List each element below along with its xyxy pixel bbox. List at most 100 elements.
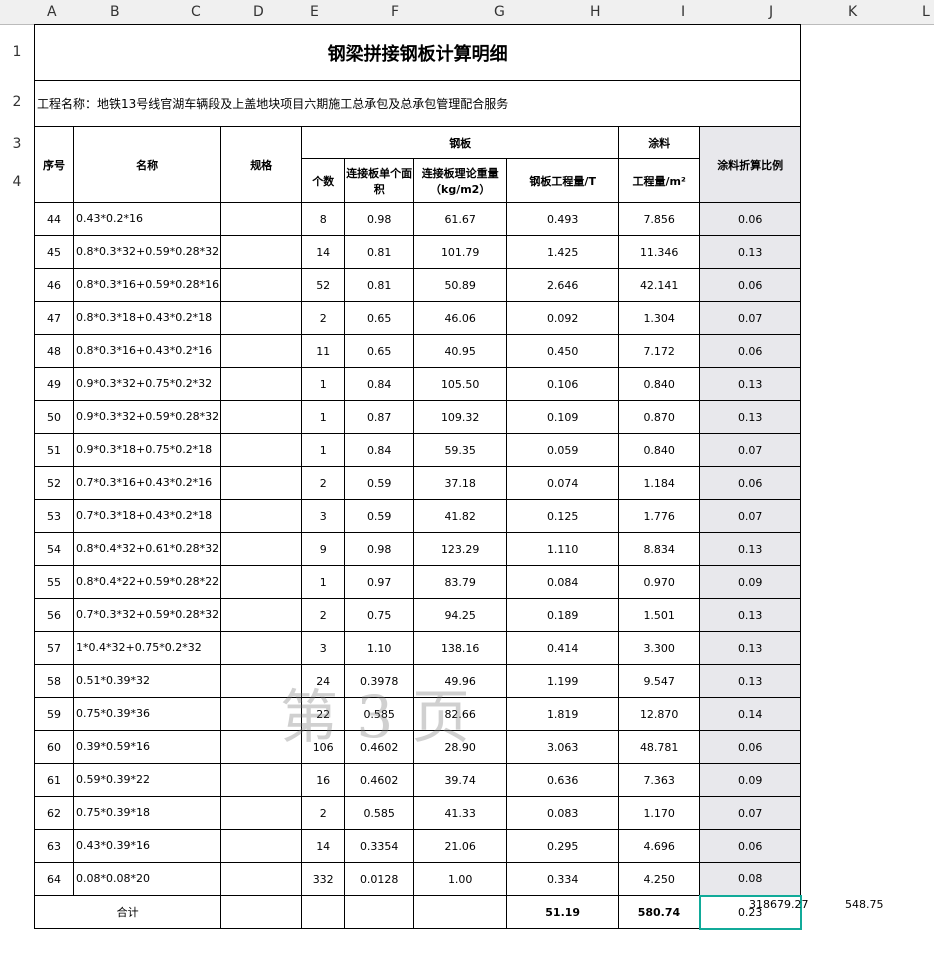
- cell-58-1[interactable]: 0.8*0.4*32+0.61*0.28*32: [72, 532, 222, 566]
- cell-48-1[interactable]: 0.43*0.2*16: [72, 202, 222, 236]
- cell-63-8[interactable]: 0.14: [699, 697, 802, 731]
- cell-62-7[interactable]: 9.547: [618, 664, 701, 698]
- cell-59-3[interactable]: 1: [301, 565, 346, 599]
- cell-59-5[interactable]: 83.79: [413, 565, 508, 599]
- cell-66-6[interactable]: 0.083: [506, 796, 620, 830]
- cell-57-2[interactable]: [220, 499, 303, 533]
- cell-49-5[interactable]: 101.79: [413, 235, 508, 269]
- cell-56-7[interactable]: 1.184: [618, 466, 701, 500]
- total-count[interactable]: [301, 895, 346, 929]
- cell-60-5[interactable]: 94.25: [413, 598, 508, 632]
- cell-56-0[interactable]: 52: [34, 466, 74, 500]
- cell-49-6[interactable]: 1.425: [506, 235, 620, 269]
- cell-50-1[interactable]: 0.8*0.3*16+0.59*0.28*16: [72, 268, 222, 302]
- total-steel[interactable]: 51.19: [506, 895, 620, 929]
- cell-52-0[interactable]: 48: [34, 334, 74, 368]
- col-header-C[interactable]: C: [191, 4, 201, 20]
- cell-56-3[interactable]: 2: [301, 466, 346, 500]
- coating-quantity-header[interactable]: 工程量/m²: [618, 158, 701, 203]
- cell-58-0[interactable]: 54: [34, 532, 74, 566]
- cell-52-5[interactable]: 40.95: [413, 334, 508, 368]
- cell-59-2[interactable]: [220, 565, 303, 599]
- cell-54-1[interactable]: 0.9*0.3*32+0.59*0.28*32: [72, 400, 222, 434]
- cell-63-1[interactable]: 0.75*0.39*36: [72, 697, 222, 731]
- cell-48-3[interactable]: 8: [301, 202, 346, 236]
- cell-53-6[interactable]: 0.106: [506, 367, 620, 401]
- cell-67-3[interactable]: 14: [301, 829, 346, 863]
- cell-59-8[interactable]: 0.09: [699, 565, 802, 599]
- cell-56-8[interactable]: 0.06: [699, 466, 802, 500]
- cell-60-8[interactable]: 0.13: [699, 598, 802, 632]
- cell-53-8[interactable]: 0.13: [699, 367, 802, 401]
- cell-53-2[interactable]: [220, 367, 303, 401]
- cell-59-7[interactable]: 0.970: [618, 565, 701, 599]
- cell-55-0[interactable]: 51: [34, 433, 74, 467]
- cell-48-5[interactable]: 61.67: [413, 202, 508, 236]
- cell-57-5[interactable]: 41.82: [413, 499, 508, 533]
- cell-48-6[interactable]: 0.493: [506, 202, 620, 236]
- col-header-H[interactable]: H: [590, 4, 601, 20]
- total-label[interactable]: 合计: [33, 895, 222, 929]
- cell-61-7[interactable]: 3.300: [618, 631, 701, 665]
- cell-61-5[interactable]: 138.16: [413, 631, 508, 665]
- cell-68-7[interactable]: 4.250: [618, 862, 701, 896]
- cell-67-2[interactable]: [220, 829, 303, 863]
- cell-49-8[interactable]: 0.13: [699, 235, 802, 269]
- steel-quantity-header[interactable]: 钢板工程量/T: [506, 158, 620, 203]
- cell-58-7[interactable]: 8.834: [618, 532, 701, 566]
- cell-58-2[interactable]: [220, 532, 303, 566]
- cell-68-1[interactable]: 0.08*0.08*20: [72, 862, 222, 896]
- cell-64-0[interactable]: 60: [34, 730, 74, 764]
- cell-57-1[interactable]: 0.7*0.3*18+0.43*0.2*18: [72, 499, 222, 533]
- col-header-J[interactable]: J: [769, 4, 773, 20]
- col-header-G[interactable]: G: [494, 4, 505, 20]
- cell-52-2[interactable]: [220, 334, 303, 368]
- cell-68-4[interactable]: 0.0128: [344, 862, 415, 896]
- cell-65-4[interactable]: 0.4602: [344, 763, 415, 797]
- cell-55-2[interactable]: [220, 433, 303, 467]
- cell-56-5[interactable]: 37.18: [413, 466, 508, 500]
- cell-55-5[interactable]: 59.35: [413, 433, 508, 467]
- spec-header[interactable]: 规格: [220, 126, 303, 203]
- cell-54-7[interactable]: 0.870: [618, 400, 701, 434]
- cell-51-1[interactable]: 0.8*0.3*18+0.43*0.2*18: [72, 301, 222, 335]
- cell-56-1[interactable]: 0.7*0.3*16+0.43*0.2*16: [72, 466, 222, 500]
- area-header[interactable]: 连接板单个面积: [344, 158, 415, 203]
- cell-55-6[interactable]: 0.059: [506, 433, 620, 467]
- cell-48-2[interactable]: [220, 202, 303, 236]
- cell-67-8[interactable]: 0.06: [699, 829, 802, 863]
- cell-67-0[interactable]: 63: [34, 829, 74, 863]
- cell-51-5[interactable]: 46.06: [413, 301, 508, 335]
- cell-58-8[interactable]: 0.13: [699, 532, 802, 566]
- cell-68-8[interactable]: 0.08: [699, 862, 802, 896]
- cell-53-5[interactable]: 105.50: [413, 367, 508, 401]
- cell-50-3[interactable]: 52: [301, 268, 346, 302]
- cell-66-7[interactable]: 1.170: [618, 796, 701, 830]
- cell-64-6[interactable]: 3.063: [506, 730, 620, 764]
- cell-58-4[interactable]: 0.98: [344, 532, 415, 566]
- cell-61-6[interactable]: 0.414: [506, 631, 620, 665]
- name-header[interactable]: 名称: [72, 126, 222, 203]
- cell-54-2[interactable]: [220, 400, 303, 434]
- cell-66-5[interactable]: 41.33: [413, 796, 508, 830]
- cell-57-8[interactable]: 0.07: [699, 499, 802, 533]
- cell-57-6[interactable]: 0.125: [506, 499, 620, 533]
- cell-66-0[interactable]: 62: [34, 796, 74, 830]
- cell-66-3[interactable]: 2: [301, 796, 346, 830]
- cell-62-8[interactable]: 0.13: [699, 664, 802, 698]
- seq-header[interactable]: 序号: [34, 126, 74, 203]
- cell-52-6[interactable]: 0.450: [506, 334, 620, 368]
- total-spec[interactable]: [220, 895, 303, 929]
- cell-54-3[interactable]: 1: [301, 400, 346, 434]
- cell-57-4[interactable]: 0.59: [344, 499, 415, 533]
- total-weight[interactable]: [413, 895, 508, 929]
- cell-54-0[interactable]: 50: [34, 400, 74, 434]
- cell-56-6[interactable]: 0.074: [506, 466, 620, 500]
- row-header-4[interactable]: 4: [0, 174, 34, 190]
- cell-50-4[interactable]: 0.81: [344, 268, 415, 302]
- cell-54-5[interactable]: 109.32: [413, 400, 508, 434]
- cell-49-3[interactable]: 14: [301, 235, 346, 269]
- col-header-I[interactable]: I: [681, 4, 685, 20]
- cell-57-7[interactable]: 1.776: [618, 499, 701, 533]
- cell-68-5[interactable]: 1.00: [413, 862, 508, 896]
